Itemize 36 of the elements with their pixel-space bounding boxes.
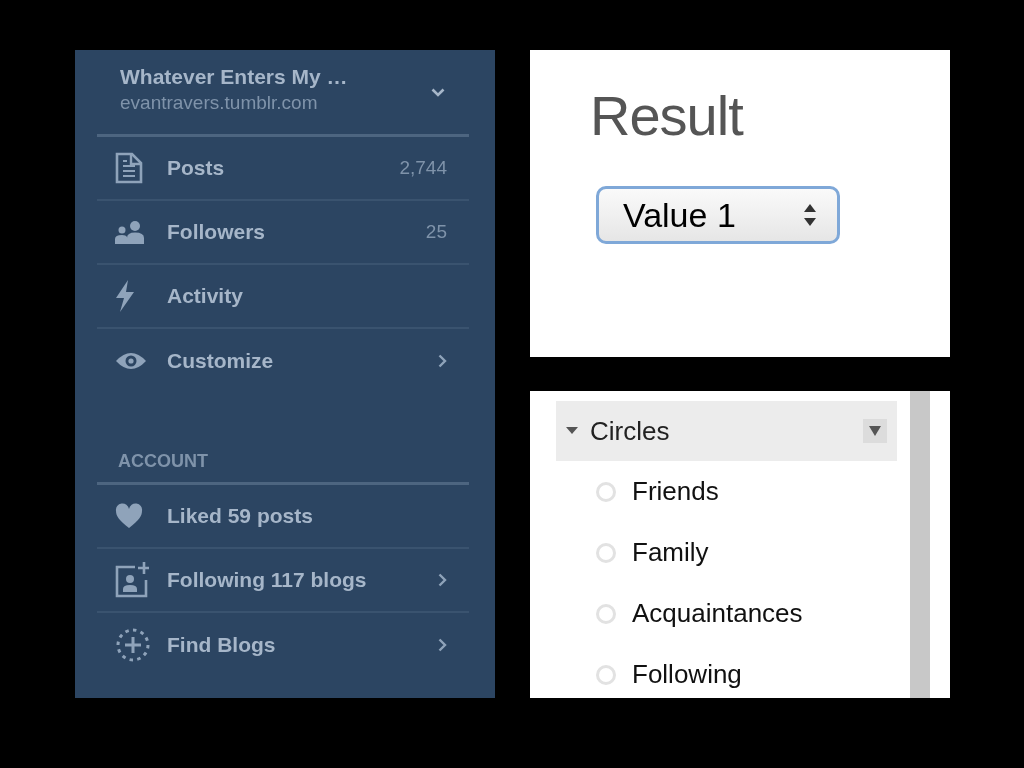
people-icon	[115, 220, 145, 244]
document-icon	[115, 152, 143, 184]
circle-label[interactable]: Friends	[632, 476, 719, 507]
scrollbar[interactable]	[910, 391, 930, 698]
circle-label[interactable]: Acquaintances	[632, 598, 803, 629]
dotted-plus-icon	[115, 627, 151, 663]
section-heading: ACCOUNT	[97, 451, 469, 485]
menu-item[interactable]: Followers 25	[97, 201, 469, 265]
triangle-down-icon	[869, 425, 881, 437]
radio-button[interactable]	[596, 542, 616, 563]
add-person-icon	[115, 562, 149, 598]
menu-item[interactable]: Find Blogs	[97, 613, 469, 677]
circle-label[interactable]: Family	[632, 537, 709, 568]
radio-button[interactable]	[596, 664, 616, 685]
menu-item[interactable]: Activity	[97, 265, 469, 329]
lightning-icon	[115, 280, 135, 312]
menu-item[interactable]: Following 117 blogs	[97, 549, 469, 613]
menu-item[interactable]: Posts 2,744	[97, 137, 469, 201]
chevron-down-icon[interactable]	[431, 87, 445, 97]
radio-button[interactable]	[596, 481, 616, 502]
blog-url: evantravers.tumblr.com	[120, 91, 319, 114]
group-label: Circles	[590, 415, 671, 447]
menu-item[interactable]: Liked 59 posts	[97, 485, 469, 549]
radio-button[interactable]	[596, 603, 616, 624]
value-select[interactable]: Value 1	[596, 186, 840, 244]
item-count: 2,744	[399, 157, 447, 179]
menu-dropdown-button[interactable]	[863, 419, 887, 443]
stepper-arrows-icon	[803, 202, 817, 228]
circle-label[interactable]: Following	[632, 659, 742, 690]
menu-item[interactable]: Customize	[97, 329, 469, 393]
heart-icon	[115, 503, 143, 529]
eye-icon	[115, 351, 147, 371]
circles-header[interactable]: Circles	[556, 401, 897, 461]
item-count: 25	[425, 221, 447, 243]
blog-title: Whatever Enters My …	[120, 64, 349, 89]
result-heading: Result	[590, 88, 743, 144]
